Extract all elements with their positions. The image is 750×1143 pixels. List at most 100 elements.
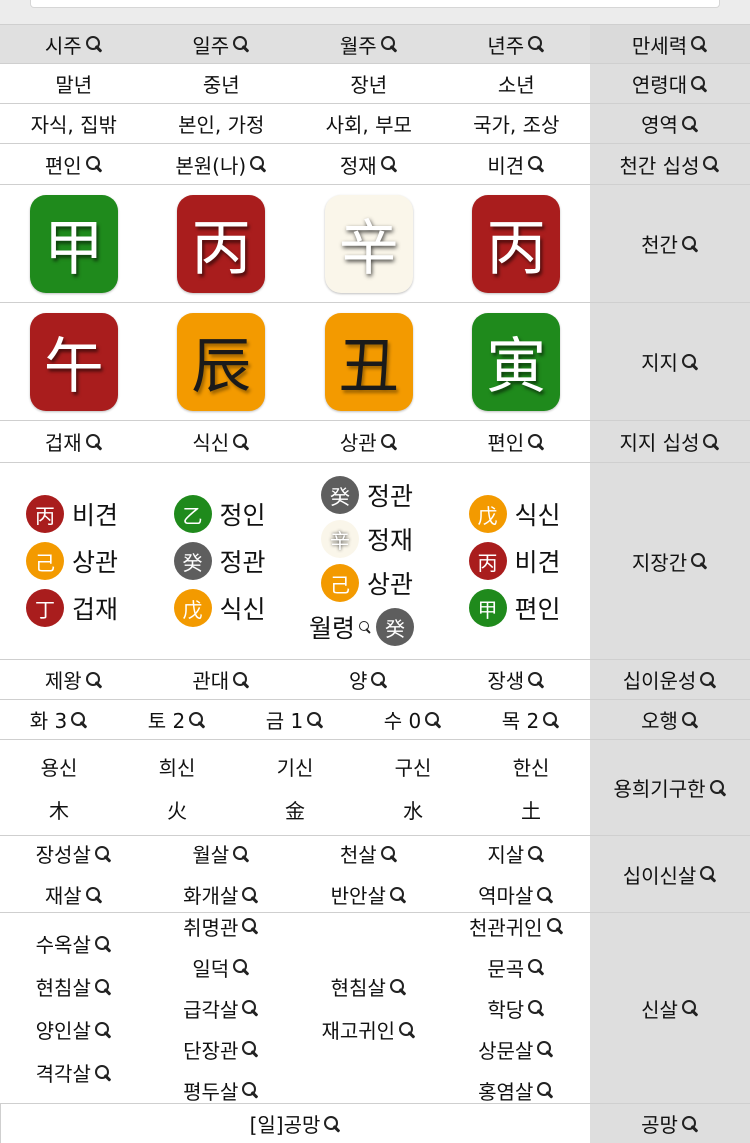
sinsal-item[interactable]: 재고귀인: [321, 1015, 416, 1044]
stem-sipsung-cell[interactable]: 편인: [0, 144, 148, 184]
side-label-five-elements[interactable]: 오행: [590, 700, 750, 739]
branch-tile[interactable]: 丑: [324, 312, 413, 411]
sinsal-item[interactable]: 재살: [45, 880, 103, 909]
side-label-age[interactable]: 연령대: [590, 64, 750, 103]
jijanggan-item[interactable]: 辛 정재: [321, 520, 443, 558]
element-count-cell[interactable]: 수 0: [354, 700, 472, 739]
sinsal-item[interactable]: 수옥살: [36, 929, 112, 958]
branch-sipsung-cell[interactable]: 상관: [295, 421, 443, 462]
sinsal-item[interactable]: 역마살: [478, 880, 554, 909]
sinsal-item[interactable]: 취명관: [183, 912, 259, 941]
wolryeong-item[interactable]: 월령 癸: [309, 608, 443, 646]
stem-dot: 己: [26, 542, 64, 580]
branch-cell[interactable]: 辰: [148, 303, 296, 420]
jijanggan-item[interactable]: 乙 정인: [173, 495, 296, 533]
element-count-cell[interactable]: 토 2: [118, 700, 236, 739]
side-label-gongmang[interactable]: 공망: [590, 1104, 750, 1143]
branch-cell[interactable]: 丑: [295, 303, 443, 420]
branch-tile[interactable]: 午: [29, 312, 118, 411]
sinsal-item[interactable]: 양인살: [36, 1015, 112, 1044]
side-label-twelve-sinsal[interactable]: 십이신살: [590, 836, 750, 912]
yonghui-cell: 희신 火: [118, 740, 236, 835]
side-label-manseryeok[interactable]: 만세력: [590, 25, 750, 63]
sinsal-item[interactable]: 월살: [192, 839, 250, 868]
pillar-header-cell[interactable]: 시주: [0, 25, 148, 63]
element-count-cell[interactable]: 목 2: [472, 700, 590, 739]
sinsal-item[interactable]: 단장관: [183, 1035, 259, 1064]
branch-cell[interactable]: 寅: [443, 303, 591, 420]
twelve-stage-cell[interactable]: 양: [295, 660, 443, 699]
search-icon: [699, 671, 717, 689]
branch-sipsung-cell[interactable]: 겁재: [0, 421, 148, 462]
jijanggan-item[interactable]: 癸 정관: [173, 542, 296, 580]
sinsal-item[interactable]: 지살: [487, 839, 545, 868]
sinsal-item[interactable]: 홍염살: [478, 1076, 554, 1105]
sinsal-item[interactable]: 상문살: [478, 1035, 554, 1064]
sinsal-item[interactable]: 장성살: [36, 839, 112, 868]
pillar-header-cell[interactable]: 월주: [295, 25, 443, 63]
stem-sipsung-cell[interactable]: 정재: [295, 144, 443, 184]
stem-tile[interactable]: 辛: [324, 194, 413, 293]
stem-cell[interactable]: 丙: [443, 185, 591, 302]
stem-tile[interactable]: 丙: [472, 194, 561, 293]
jijanggan-item[interactable]: 癸 정관: [321, 476, 443, 514]
sinsal-item[interactable]: 격각살: [36, 1058, 112, 1087]
sinsal-label: 현침살: [330, 976, 386, 1000]
stem-cell[interactable]: 丙: [148, 185, 296, 302]
twelve-stage-cell[interactable]: 장생: [443, 660, 591, 699]
sinsal-item[interactable]: 천살: [340, 839, 398, 868]
stem-tile[interactable]: 丙: [177, 194, 266, 293]
sinsal-item[interactable]: 현침살: [331, 972, 407, 1001]
age-cell: 장년: [350, 73, 388, 97]
side-label-yonghui[interactable]: 용희기구한: [590, 740, 750, 835]
jijanggan-item[interactable]: 丁 겁재: [26, 589, 148, 627]
side-label-sinsal[interactable]: 신살: [590, 913, 750, 1103]
jijanggan-item[interactable]: 丙 비견: [26, 495, 148, 533]
side-label-twelve-stages[interactable]: 십이운성: [590, 660, 750, 699]
twelve-stage-cell[interactable]: 관대: [148, 660, 296, 699]
sinsal-item[interactable]: 반안살: [331, 880, 407, 909]
twelve-stage-cell[interactable]: 제왕: [0, 660, 148, 699]
jijanggan-item[interactable]: 戊 식신: [468, 495, 591, 533]
sinsal-item[interactable]: 현침살: [36, 972, 112, 1001]
domain-cell: 자식, 집밖: [30, 113, 117, 137]
stem-sipsung-cell[interactable]: 본원(나): [148, 144, 296, 184]
side-label-branches[interactable]: 지지: [590, 303, 750, 420]
side-label-domain[interactable]: 영역: [590, 104, 750, 143]
pillar-header-cell[interactable]: 일주: [148, 25, 296, 63]
sinsal-item[interactable]: 일덕: [192, 953, 250, 982]
yonghui-cell: 용신 木: [0, 740, 118, 835]
stem-tile[interactable]: 甲: [29, 194, 118, 293]
sinsal-item[interactable]: 평두살: [183, 1076, 259, 1105]
jijanggan-item[interactable]: 丙 비견: [468, 542, 591, 580]
stem-cell[interactable]: 甲: [0, 185, 148, 302]
sinsal-item[interactable]: 화개살: [183, 880, 259, 909]
top-search-strip[interactable]: [30, 0, 720, 8]
search-icon: [702, 433, 720, 451]
gongmang-cell[interactable]: [일]공망: [1, 1104, 590, 1143]
jijanggan-item[interactable]: 戊 식신: [173, 589, 296, 627]
branch-cell[interactable]: 午: [0, 303, 148, 420]
jijanggan-item[interactable]: 己 상관: [321, 564, 443, 602]
sinsal-item[interactable]: 급각살: [183, 994, 259, 1023]
branch-sipsung-cell[interactable]: 편인: [443, 421, 591, 462]
element-count-cell[interactable]: 화 3: [0, 700, 118, 739]
jijanggan-item[interactable]: 己 상관: [26, 542, 148, 580]
sinsal-item[interactable]: 문곡: [487, 953, 545, 982]
branch-sipsung-cell[interactable]: 식신: [148, 421, 296, 462]
stem-cell[interactable]: 辛: [295, 185, 443, 302]
stem-sipsung-cell[interactable]: 비견: [443, 144, 591, 184]
sinsal-label: 평두살: [183, 1079, 239, 1104]
sinsal-item[interactable]: 천관귀인: [469, 912, 564, 941]
pillar-header-cell[interactable]: 년주: [443, 25, 591, 63]
side-label-stem-sipsung[interactable]: 천간 십성: [590, 144, 750, 184]
sinsal-item[interactable]: 학당: [487, 994, 545, 1023]
branch-tile[interactable]: 寅: [472, 312, 561, 411]
branch-tile[interactable]: 辰: [177, 312, 266, 411]
side-label-jijanggan[interactable]: 지장간: [590, 463, 750, 659]
side-label-branch-sipsung[interactable]: 지지 십성: [590, 421, 750, 462]
side-label-stems[interactable]: 천간: [590, 185, 750, 302]
search-icon: [527, 999, 545, 1017]
element-count-cell[interactable]: 금 1: [236, 700, 354, 739]
jijanggan-item[interactable]: 甲 편인: [468, 589, 591, 627]
